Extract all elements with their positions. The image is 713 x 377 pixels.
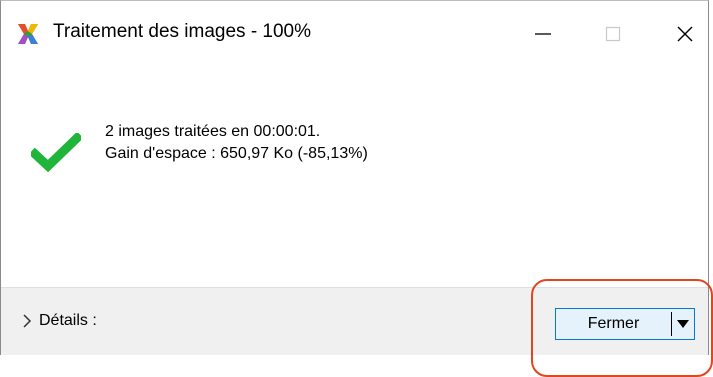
minimize-icon — [535, 33, 551, 35]
close-icon — [677, 26, 693, 42]
minimize-button[interactable] — [520, 11, 566, 57]
result-summary-text: 2 images traitées en 00:00:01. — [105, 123, 321, 140]
close-button[interactable] — [662, 11, 708, 57]
dialog-footer: Détails : Fermer — [1, 287, 708, 355]
title-bar[interactable]: Traitement des images - 100% — [1, 1, 708, 79]
chevron-right-icon — [23, 314, 32, 328]
space-gain-text: Gain d'espace : 650,97 Ko (-85,13%) — [105, 145, 368, 162]
maximize-button[interactable] — [590, 11, 636, 57]
processing-dialog: Traitement des images - 100% 2 images tr… — [0, 0, 709, 355]
window-title: Traitement des images - 100% — [53, 21, 312, 42]
app-multicolor-icon — [18, 24, 38, 44]
close-options-dropdown[interactable] — [672, 309, 694, 339]
dropdown-arrow-icon — [677, 320, 689, 328]
checkmark-icon — [31, 133, 81, 173]
close-split-button[interactable]: Fermer — [555, 308, 695, 340]
details-label: Détails : — [39, 312, 97, 329]
close-dialog-button[interactable]: Fermer — [556, 312, 672, 336]
maximize-icon — [605, 26, 621, 42]
details-toggle[interactable]: Détails : — [21, 312, 97, 330]
dialog-content: 2 images traitées en 00:00:01. Gain d'es… — [1, 79, 708, 287]
